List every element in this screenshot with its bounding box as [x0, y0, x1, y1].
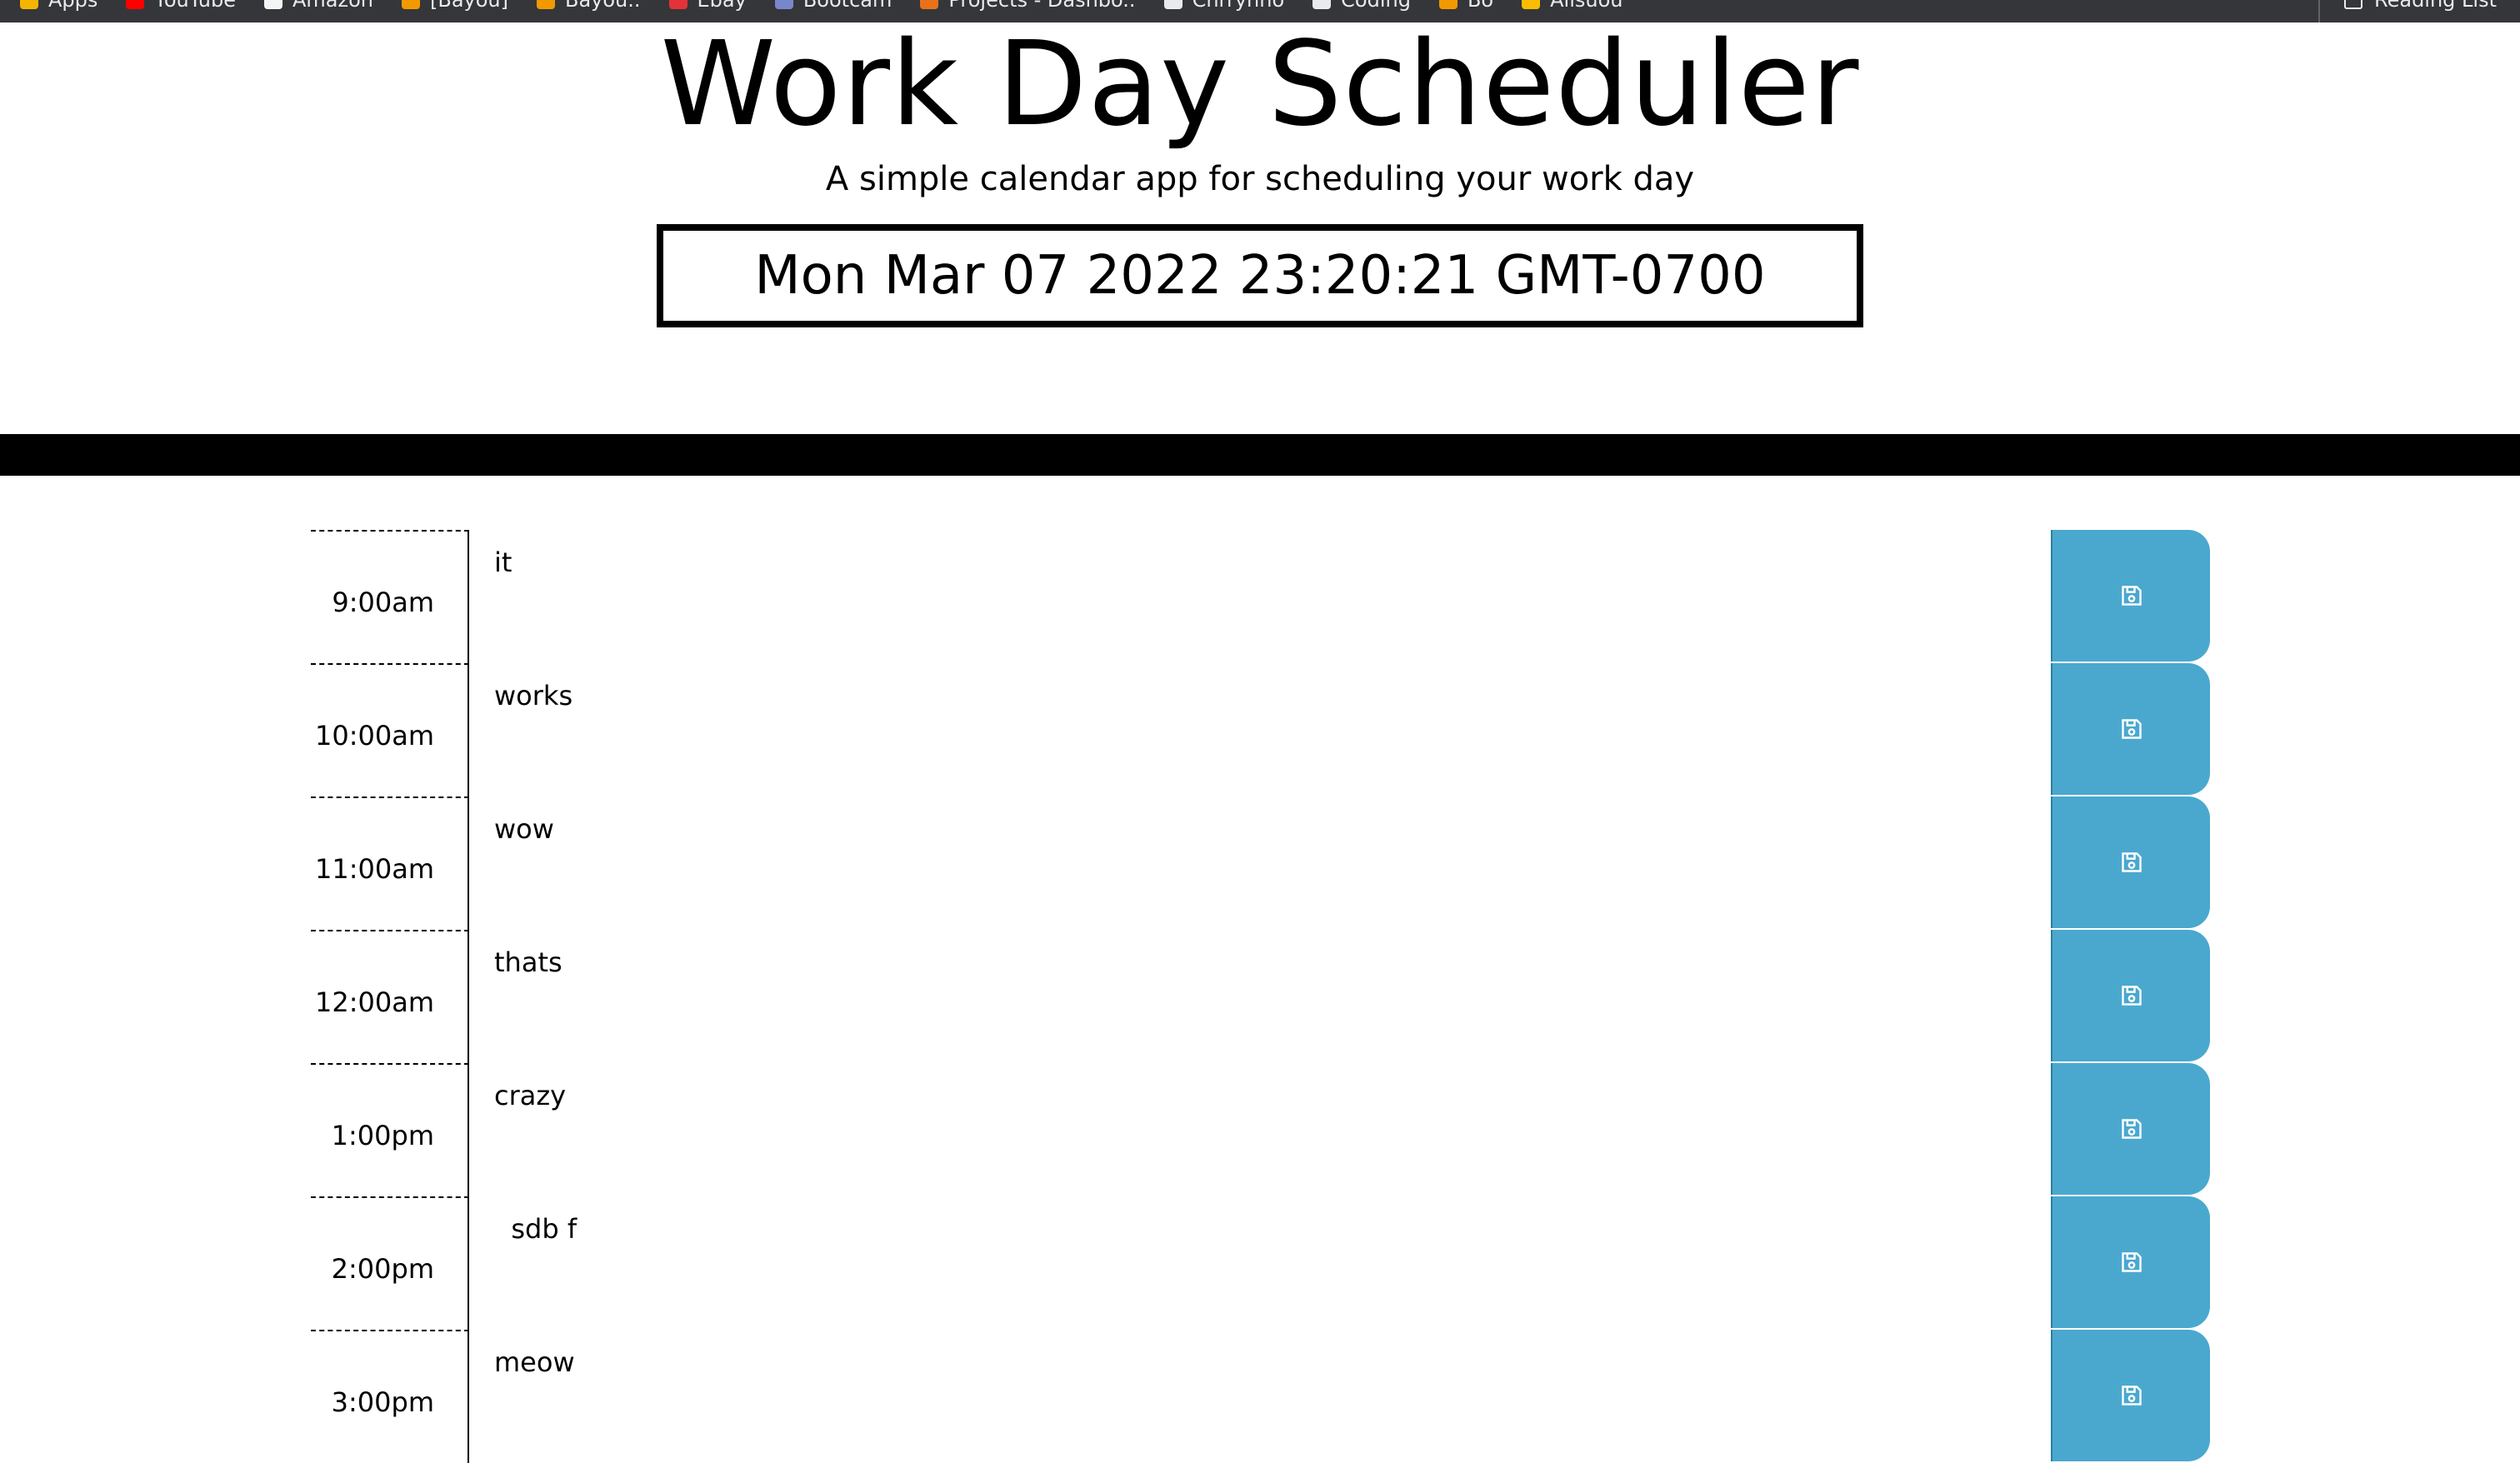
- header-divider: [0, 434, 2520, 476]
- bookmark-item[interactable]: Bayou..: [536, 0, 641, 12]
- time-block-row: 2:00pm sdb f: [0, 1196, 2520, 1330]
- bookmark-favicon-icon: [668, 0, 688, 9]
- bookmark-label: Bootcam: [803, 0, 892, 12]
- bookmark-favicon-icon: [126, 0, 145, 9]
- reading-list-label: Reading List: [2374, 0, 2497, 12]
- floppy-disk-icon: [2120, 984, 2143, 1007]
- bookmark-label: Allsuou: [1550, 0, 1622, 12]
- save-button[interactable]: [2051, 663, 2210, 795]
- bookmark-item[interactable]: Ebay: [668, 0, 747, 12]
- floppy-disk-icon: [2120, 1384, 2143, 1407]
- bookmark-favicon-icon: [920, 0, 939, 9]
- bookmark-favicon-icon: [1438, 0, 1458, 9]
- page-subtitle: A simple calendar app for scheduling you…: [825, 160, 1695, 198]
- time-block-row: 9:00am it: [0, 530, 2520, 663]
- floppy-disk-icon: [2120, 584, 2143, 607]
- hour-label: 11:00am: [311, 796, 469, 930]
- bookmark-favicon-icon: [536, 0, 555, 9]
- bookmark-label: Amazon: [292, 0, 373, 12]
- bookmark-list: Apps YouTube Amazon [Bayou] Bayou.. Ebay Bootc…: [20, 0, 1622, 12]
- bookmark-item[interactable]: Allsuou: [1522, 0, 1622, 12]
- time-block-row: 1:00pm crazy: [0, 1063, 2520, 1196]
- bookmark-favicon-icon: [1312, 0, 1332, 9]
- save-button[interactable]: [2051, 930, 2210, 1061]
- bookmark-favicon-icon: [774, 0, 793, 9]
- bookmark-label: Ebay: [698, 0, 747, 12]
- bookmark-label: Bayou..: [565, 0, 641, 12]
- save-button[interactable]: [2051, 1196, 2210, 1328]
- hour-label: 9:00am: [311, 530, 469, 663]
- save-button[interactable]: [2051, 796, 2210, 928]
- bookmark-item[interactable]: YouTube: [126, 0, 236, 12]
- bookmark-item[interactable]: Coding: [1312, 0, 1411, 12]
- bookmark-item[interactable]: Chrrynho: [1163, 0, 1285, 12]
- task-textarea[interactable]: thats: [471, 930, 2052, 1063]
- bookmark-item[interactable]: Bootcam: [774, 0, 892, 12]
- bookmark-label: Chrrynho: [1192, 0, 1285, 12]
- bookmark-item[interactable]: Amazon: [263, 0, 373, 12]
- hour-label: 2:00pm: [311, 1196, 469, 1330]
- task-textarea[interactable]: crazy: [471, 1063, 2052, 1196]
- bookmark-favicon-icon: [401, 0, 420, 9]
- page-title: Work Day Scheduler: [660, 17, 1860, 152]
- bookmark-favicon-icon: [1163, 0, 1182, 9]
- task-textarea[interactable]: meow: [471, 1330, 2052, 1463]
- hour-label: 1:00pm: [311, 1063, 469, 1196]
- task-textarea[interactable]: works: [471, 663, 2052, 796]
- time-block-row: 10:00am works: [0, 663, 2520, 796]
- bookmark-favicon-icon: [263, 0, 282, 9]
- bookmark-label: Projects - Dashbo..: [948, 0, 1135, 12]
- bookmark-item[interactable]: Apps: [20, 0, 98, 12]
- floppy-disk-icon: [2120, 1117, 2143, 1141]
- bookmark-label: Coding: [1341, 0, 1411, 12]
- floppy-disk-icon: [2120, 1251, 2143, 1274]
- hour-label: 10:00am: [311, 663, 469, 796]
- bookmark-item[interactable]: [Bayou]: [401, 0, 508, 12]
- task-textarea[interactable]: wow: [471, 796, 2052, 930]
- bookmark-favicon-icon: [20, 0, 38, 9]
- task-textarea[interactable]: it: [471, 530, 2052, 663]
- bookmark-label: Apps: [48, 0, 98, 12]
- bookmark-label: Bo: [1468, 0, 1493, 12]
- bookmarks-divider: [2318, 0, 2320, 22]
- reading-list-icon: [2344, 0, 2362, 9]
- current-datetime: Mon Mar 07 2022 23:20:21 GMT-0700: [657, 224, 1863, 327]
- floppy-disk-icon: [2120, 717, 2143, 741]
- floppy-disk-icon: [2120, 851, 2143, 874]
- bookmark-label: YouTube: [154, 0, 236, 12]
- save-button[interactable]: [2051, 530, 2210, 662]
- time-block-row: 11:00am wow: [0, 796, 2520, 930]
- reading-list-button[interactable]: Reading List: [2344, 0, 2497, 12]
- hour-label: 12:00am: [311, 930, 469, 1063]
- schedule: 9:00am it 10:00am works 11:00am wow 12:00am tha…: [0, 530, 2520, 1463]
- current-datetime-text: Mon Mar 07 2022 23:20:21 GMT-0700: [754, 245, 1766, 307]
- bookmark-favicon-icon: [1522, 0, 1541, 9]
- bookmark-label: [Bayou]: [430, 0, 508, 12]
- task-textarea[interactable]: sdb f: [471, 1196, 2052, 1330]
- bookmark-item[interactable]: Projects - Dashbo..: [920, 0, 1136, 12]
- time-block-row: 3:00pm meow: [0, 1330, 2520, 1463]
- time-block-row: 12:00am thats: [0, 930, 2520, 1063]
- save-button[interactable]: [2051, 1063, 2210, 1195]
- bookmark-item[interactable]: Bo: [1438, 0, 1493, 12]
- save-button[interactable]: [2051, 1330, 2210, 1461]
- hour-label: 3:00pm: [311, 1330, 469, 1463]
